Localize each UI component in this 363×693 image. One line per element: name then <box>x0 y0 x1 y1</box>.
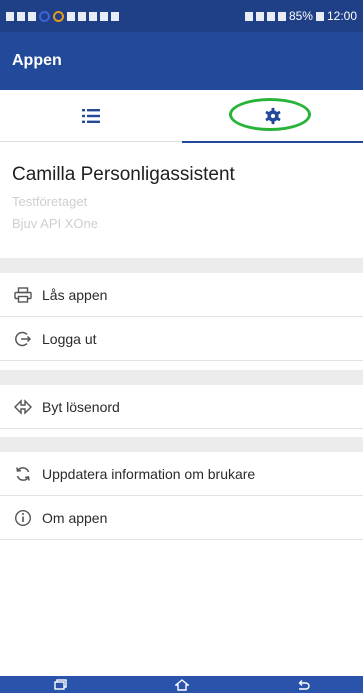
tab-settings[interactable] <box>182 90 363 143</box>
section-divider <box>0 258 363 273</box>
menu-item-label: Lås appen <box>42 286 108 303</box>
status-bar: 85% 12:00 <box>0 0 363 32</box>
recent-apps-icon[interactable] <box>53 678 68 691</box>
wifi-icon <box>266 11 275 21</box>
download-icon <box>89 11 97 21</box>
n-icon <box>100 11 108 21</box>
section-divider <box>0 370 363 385</box>
circle-app-icon <box>39 10 50 22</box>
system-nav-bar <box>0 676 363 693</box>
menu-item-logout[interactable]: Logga ut <box>0 317 363 361</box>
refresh-icon <box>12 465 34 483</box>
menu-item-label: Om appen <box>42 509 108 526</box>
status-time: 12:00 <box>326 9 357 23</box>
app-icon <box>78 11 86 21</box>
home-icon[interactable] <box>174 678 189 691</box>
user-name: Camilla Personligassistent <box>12 164 235 185</box>
download-icon <box>28 11 36 21</box>
bluetooth-icon <box>244 11 253 21</box>
signal-icon <box>277 11 286 21</box>
notification-icon <box>6 11 14 21</box>
menu-item-label: Byt lösenord <box>42 398 120 415</box>
menu-item-lock-app[interactable]: Lås appen <box>0 273 363 317</box>
user-company: Testföretaget <box>12 194 88 209</box>
notification-icon <box>17 11 25 21</box>
status-notification-icons <box>6 10 119 22</box>
logout-icon <box>12 330 34 348</box>
back-icon[interactable] <box>296 679 310 691</box>
tab-list[interactable] <box>0 90 182 142</box>
list-icon <box>82 109 100 123</box>
menu-item-update-user-info[interactable]: Uppdatera information om brukare <box>0 452 363 496</box>
menu-item-about-app[interactable]: Om appen <box>0 496 363 540</box>
image-icon <box>111 11 119 21</box>
menu-item-label: Logga ut <box>42 330 97 347</box>
app-title: Appen <box>12 52 62 69</box>
tab-bar <box>0 90 363 143</box>
swap-icon <box>12 398 34 415</box>
circle-app-icon <box>53 10 64 22</box>
user-api: Bjuv API XOne <box>12 216 98 231</box>
user-info: Camilla Personligassistent Testföretaget… <box>0 142 363 258</box>
section-divider <box>0 437 363 452</box>
info-icon <box>12 509 34 527</box>
menu-item-label: Uppdatera information om brukare <box>42 465 256 482</box>
vibrate-icon <box>255 11 264 21</box>
app-icon <box>67 11 75 21</box>
battery-percent: 85% <box>288 9 313 23</box>
menu-item-change-password[interactable]: Byt lösenord <box>0 385 363 429</box>
battery-icon <box>315 11 324 21</box>
status-system-icons: 85% 12:00 <box>244 9 357 23</box>
printer-icon <box>12 286 34 303</box>
highlight-annotation <box>229 98 311 131</box>
app-bar: Appen <box>0 32 363 90</box>
